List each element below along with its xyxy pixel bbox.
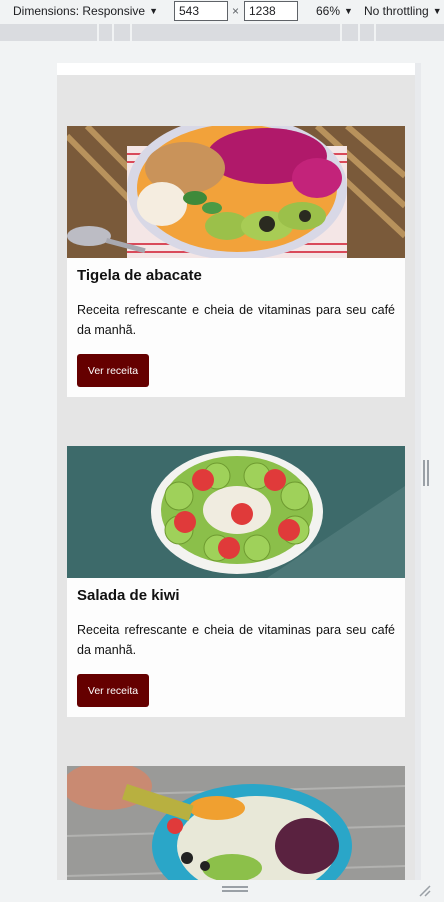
zoom-label: 66% [316,4,341,18]
dimensions-dropdown[interactable]: Dimensions: Responsive ▼ [13,4,158,18]
viewport-edge [415,63,421,880]
caret-down-icon: ▼ [149,6,158,16]
dimensions-label: Dimensions: Responsive [13,4,146,18]
recipe-image-avocado-bowl [67,126,405,258]
device-viewport[interactable]: Tigela de abacate Receita refrescante e … [57,63,415,880]
recipe-image-kiwi-salad [67,446,405,578]
recipe-title: Tigela de abacate [77,267,202,284]
recipe-title: Salada de kiwi [77,587,180,604]
recipe-image-salad-plate [67,766,405,880]
recipe-card: Tigela de abacate Receita refrescante e … [67,126,405,397]
media-query-divider [112,24,114,41]
zoom-dropdown[interactable]: 66% ▼ [316,4,353,18]
resize-corner-icon[interactable] [418,884,432,897]
throttling-label: No throttling [364,4,429,18]
media-query-divider [97,24,99,41]
recipe-card [67,766,405,880]
device-toolbar: Dimensions: Responsive ▼ × 66% ▼ No thro… [0,0,444,24]
media-query-divider [130,24,132,41]
media-query-divider [358,24,360,41]
throttling-dropdown[interactable]: No throttling ▼ [364,4,442,18]
caret-down-icon: ▼ [432,6,442,16]
times-sign: × [232,4,240,18]
view-recipe-button[interactable]: Ver receita [77,674,149,707]
media-query-divider [374,24,376,41]
media-query-bar[interactable] [0,24,444,41]
width-input[interactable] [174,1,228,21]
recipe-description: Receita refrescante e cheia de vitaminas… [77,303,395,337]
media-query-divider [340,24,342,41]
resize-handle-icon[interactable] [423,460,429,486]
caret-down-icon: ▼ [344,6,353,16]
height-input[interactable] [244,1,298,21]
recipe-description: Receita refrescante e cheia de vitaminas… [77,623,395,657]
view-recipe-button[interactable]: Ver receita [77,354,149,387]
resize-handle-icon[interactable] [222,886,248,892]
recipe-card: Salada de kiwi Receita refrescante e che… [67,446,405,717]
